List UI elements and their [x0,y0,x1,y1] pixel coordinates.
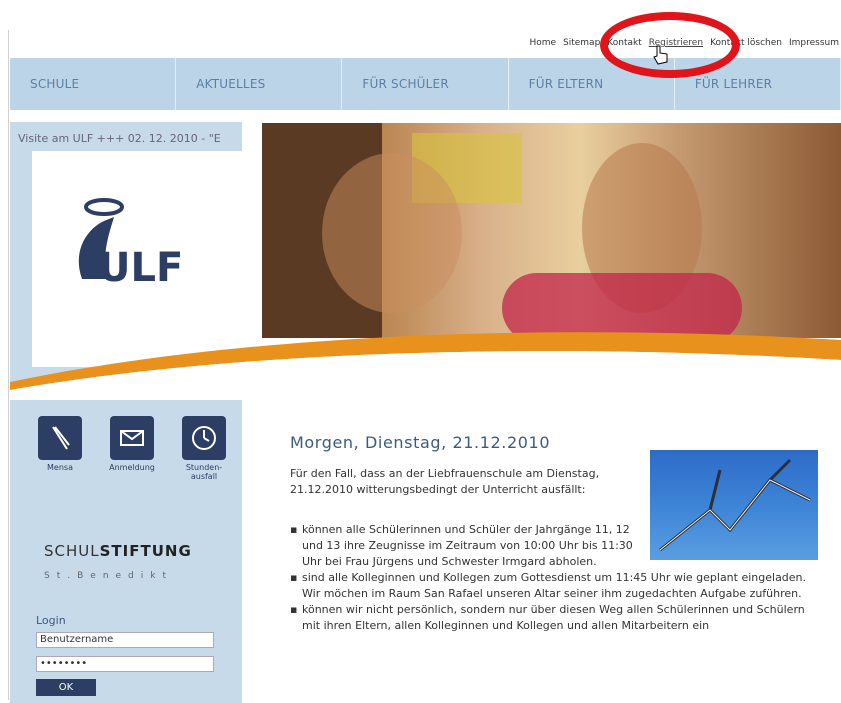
tile-anmeldung[interactable]: Anmeldung [108,416,156,481]
tile-anmeldung-label: Anmeldung [109,463,155,472]
fork-knife-icon [38,416,82,460]
highlight-ellipse [600,12,740,78]
article: Morgen, Dienstag, 21.12.2010 Für den Fal… [290,433,810,634]
article-list: können alle Schülerinnen und Schüler der… [290,522,810,634]
quick-tiles: Mensa Anmeldung Stunden-ausfall [36,416,228,481]
schulstiftung-subtitle: St.Benedikt [44,571,174,581]
hand-cursor-icon [653,45,668,65]
list-item: sind alle Kolleginnen und Kollegen zum G… [290,570,810,602]
username-input[interactable]: Benutzername [36,632,214,648]
envelope-icon [110,416,154,460]
top-nav-sitemap[interactable]: Sitemap [563,38,600,48]
list-item: können wir nicht persönlich, sondern nur… [290,602,810,634]
main-nav-schule[interactable]: SCHULE [10,58,177,110]
article-headline: Morgen, Dienstag, 21.12.2010 [290,433,551,452]
password-input[interactable]: •••••••• [36,656,214,672]
tile-mensa[interactable]: Mensa [36,416,84,481]
list-item: können alle Schülerinnen und Schüler der… [290,522,647,570]
orange-swoosh [10,332,841,400]
main-nav-aktuelles[interactable]: AKTUELLES [176,58,343,110]
login-ok-button[interactable]: OK [36,679,96,696]
tile-stundenausfall-label: Stunden-ausfall [185,463,223,481]
top-nav-home[interactable]: Home [529,38,556,48]
article-intro: Für den Fall, dass an der Liebfrauenschu… [290,467,600,496]
news-ticker[interactable]: Visite am ULF +++ 02. 12. 2010 - "E [18,132,228,152]
tile-mensa-label: Mensa [47,463,73,472]
schulstiftung-logo[interactable]: SCHULSTIFTUNG [44,542,192,560]
main-nav-fuer-schueler[interactable]: FÜR SCHÜLER [342,58,509,110]
tile-stundenausfall[interactable]: Stunden-ausfall [180,416,228,481]
page-border [8,30,9,700]
clock-icon [182,416,226,460]
login-label: Login [36,614,66,627]
svg-text:ULF: ULF [98,245,183,291]
top-nav-impressum[interactable]: Impressum [789,38,839,48]
